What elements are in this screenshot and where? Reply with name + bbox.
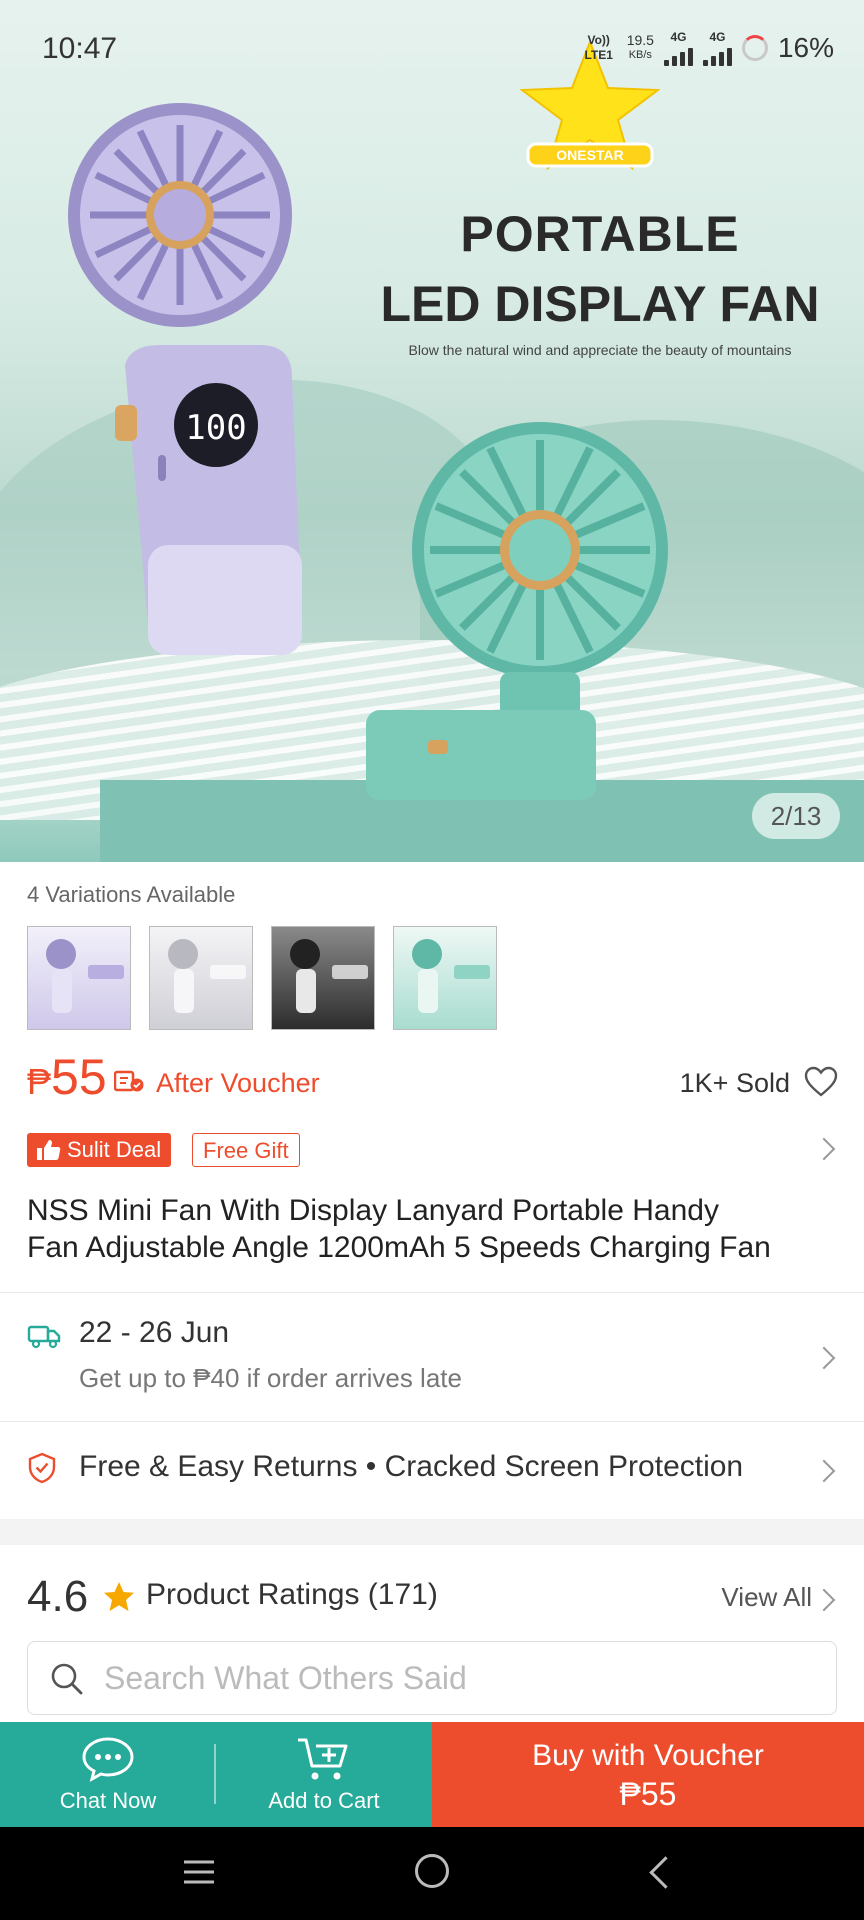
chat-now-label: Chat Now [59, 1787, 157, 1813]
chevron-right-icon[interactable] [812, 1137, 836, 1161]
voucher-icon [114, 1070, 144, 1092]
fan-icon [412, 939, 442, 969]
svg-text:ONESTAR: ONESTAR [556, 147, 623, 163]
purple-fan-illustration: 100 [68, 103, 302, 655]
variation-thumb-white[interactable] [149, 926, 253, 1030]
chat-bubble-icon [82, 1736, 134, 1782]
product-price: ₱ 55 [27, 1049, 107, 1105]
star-icon [104, 1582, 134, 1611]
svg-text:100: 100 [185, 408, 246, 448]
after-voucher-label: After Voucher [156, 1068, 320, 1098]
shield-check-icon [28, 1452, 56, 1484]
variations-label: 4 Variations Available [27, 882, 236, 907]
fan-icon [290, 939, 320, 969]
sulit-deal-badge: Sulit Deal [27, 1133, 172, 1167]
add-to-cart-label: Add to Cart [268, 1787, 380, 1813]
view-all-link[interactable]: View All [721, 1582, 812, 1613]
hero-tagline: Blow the natural wind and appreciate the… [408, 342, 792, 358]
secondary-actions: Chat Now Add to Cart [0, 1722, 432, 1827]
divider [214, 1744, 216, 1804]
system-nav-bar [0, 1827, 864, 1920]
thumbs-up-icon [37, 1140, 61, 1160]
rating-score: 4.6 [27, 1572, 89, 1621]
product-image-carousel[interactable]: ONESTAR PORTABLE LED DISPLAY FAN Blow th… [0, 0, 864, 862]
green-fan-illustration [366, 422, 668, 800]
chat-now-button[interactable]: Chat Now [0, 1722, 216, 1827]
product-title: NSS Mini Fan With Display Lanyard Portab… [27, 1194, 771, 1264]
sold-count: 1K+ Sold [679, 1068, 790, 1098]
product-ratings-label: Product Ratings (171) [146, 1578, 438, 1611]
battery-percent: 16% [777, 32, 834, 63]
battery-icon [741, 35, 768, 61]
chevron-right-icon[interactable] [812, 1588, 836, 1612]
variation-thumbnails [27, 926, 497, 1030]
signal-2-icon: 4G [702, 30, 732, 66]
signal-1-icon: 4G [663, 30, 693, 66]
status-bar: 10:47 Vo)) LTE1 19.5 KB/s 4G 4G 16% [0, 0, 864, 100]
free-gift-badge: Free Gift [192, 1133, 300, 1167]
image-pager-indicator: 2/13 [752, 793, 840, 839]
search-icon [51, 1663, 83, 1695]
delivery-truck-icon [27, 1325, 61, 1349]
fan-icon [46, 939, 76, 969]
add-to-cart-button[interactable]: Add to Cart [216, 1722, 432, 1827]
delivery-date: 22 - 26 Jun [79, 1316, 230, 1349]
fan-icon [168, 939, 198, 969]
reviews-search-input[interactable] [102, 1652, 806, 1704]
divider [0, 1421, 864, 1422]
bottom-action-bar: Chat Now Add to Cart Buy with Voucher ₱5… [0, 1722, 864, 1827]
section-gap [0, 1519, 864, 1545]
back-icon[interactable] [649, 1856, 682, 1889]
buy-price: ₱55 [619, 1775, 677, 1812]
variation-thumb-purple[interactable] [27, 926, 131, 1030]
returns-protection-row[interactable]: Free & Easy Returns • Cracked Screen Pro… [79, 1450, 809, 1484]
variation-thumb-black[interactable] [271, 926, 375, 1030]
clock: 10:47 [42, 32, 118, 65]
volte-indicator: Vo)) LTE1 [584, 33, 613, 62]
hero-title-line2: LED DISPLAY FAN [380, 276, 820, 332]
late-delivery-note: Get up to ₱40 if order arrives late [79, 1363, 462, 1393]
hero-title-line1: PORTABLE [460, 206, 740, 262]
heart-icon[interactable] [804, 1066, 838, 1098]
menu-icon[interactable] [182, 1857, 216, 1887]
cart-plus-icon [298, 1738, 348, 1779]
shipping-row[interactable] [0, 1293, 864, 1421]
network-speed: 19.5 KB/s [626, 32, 654, 62]
variation-thumb-green[interactable] [393, 926, 497, 1030]
reviews-search-box[interactable] [27, 1641, 837, 1715]
buy-with-voucher-button[interactable]: Buy with Voucher ₱55 [432, 1722, 864, 1827]
chevron-right-icon[interactable] [812, 1459, 836, 1483]
status-icons: Vo)) LTE1 19.5 KB/s 4G 4G 16% [581, 30, 834, 66]
buy-label: Buy with Voucher [532, 1738, 764, 1772]
home-icon[interactable] [415, 1854, 449, 1888]
